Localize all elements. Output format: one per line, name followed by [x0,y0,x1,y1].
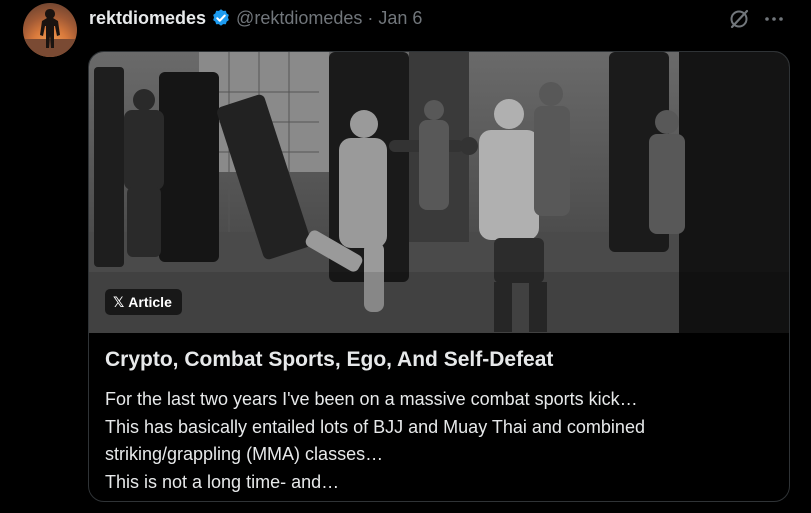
header-separator: · [367,7,374,28]
tweet-date[interactable]: Jan 6 [378,8,422,29]
tweet-header: rektdiomedes @rektdiomedes · Jan 6 [89,6,422,30]
article-title[interactable]: Crypto, Combat Sports, Ego, And Self-Def… [105,348,775,372]
article-card[interactable]: 𝕏 Article Crypto, Combat Sports, Ego, An… [88,51,790,502]
x-logo-icon: 𝕏 [113,293,125,310]
author-handle[interactable]: @rektdiomedes [236,8,362,29]
article-description[interactable]: For the last two years I've been on a ma… [105,386,775,496]
article-description-line: For the last two years I've been on a ma… [105,389,638,409]
article-description-line: This is not a long time- and… [105,471,340,492]
article-badge: 𝕏 Article [105,289,182,315]
verified-badge-icon[interactable] [211,8,231,28]
grok-icon[interactable] [727,7,751,31]
article-description-line: striking/grappling (MMA) classes… [105,444,384,464]
article-cover-image[interactable]: 𝕏 Article [89,52,789,333]
author-avatar[interactable] [23,3,77,57]
article-badge-label: Article [128,294,172,310]
more-options-icon[interactable] [762,7,786,31]
article-description-line: This has basically entailed lots of BJJ … [105,416,645,437]
author-display-name[interactable]: rektdiomedes [89,8,206,29]
